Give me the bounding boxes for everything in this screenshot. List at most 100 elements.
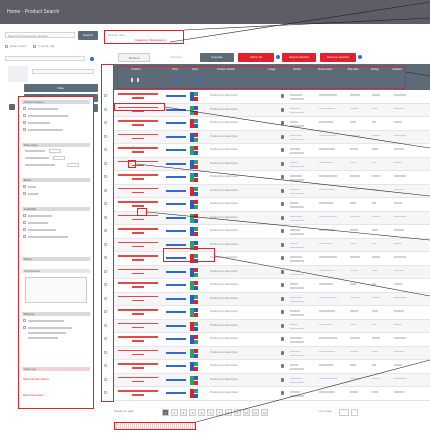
filter-checkbox[interactable]: [23, 214, 26, 217]
price-value[interactable]: [166, 189, 186, 192]
product-sub-link[interactable]: [132, 340, 144, 342]
product-sub-link[interactable]: [132, 380, 144, 383]
table-row[interactable]: Product item description: [104, 211, 430, 225]
price-value[interactable]: [166, 203, 186, 206]
color-swatch[interactable]: [190, 348, 198, 358]
product-sub-link[interactable]: [132, 353, 144, 356]
product-sub-link[interactable]: [132, 313, 144, 315]
price-value[interactable]: [166, 351, 186, 354]
filter-checkbox[interactable]: [23, 121, 26, 124]
product-thumbnail[interactable]: [281, 283, 284, 287]
filter-checkbox[interactable]: [23, 185, 26, 188]
remove-button[interactable]: Remove selected: [320, 53, 356, 62]
product-name-link[interactable]: [118, 336, 158, 338]
price-input[interactable]: [67, 163, 79, 167]
price-value[interactable]: [166, 162, 186, 165]
filter-section-header[interactable]: Availability: [22, 207, 90, 211]
product-sub-link[interactable]: [132, 272, 144, 275]
table-row[interactable]: Product item description: [104, 117, 430, 131]
filter-button[interactable]: Filter: [24, 84, 98, 92]
table-row[interactable]: Product item description: [104, 292, 430, 306]
product-name-link[interactable]: [118, 363, 158, 365]
color-swatch[interactable]: [190, 335, 198, 344]
price-min-input[interactable]: [49, 149, 61, 153]
product-thumbnail[interactable]: [281, 215, 284, 220]
info-icon[interactable]: [90, 57, 94, 61]
info-icon[interactable]: [358, 55, 362, 59]
color-swatch[interactable]: [190, 267, 198, 277]
product-name-link[interactable]: [118, 228, 158, 230]
product-thumbnail[interactable]: [281, 121, 284, 125]
product-thumbnail[interactable]: [281, 310, 284, 314]
product-name-link[interactable]: [118, 174, 158, 176]
filter-section-header[interactable]: Price range: [22, 143, 90, 147]
product-sub-link[interactable]: [132, 178, 144, 180]
table-row[interactable]: Product item description: [104, 184, 430, 198]
table-row[interactable]: Product item description: [104, 144, 430, 158]
color-swatch[interactable]: [190, 105, 198, 115]
product-sub-link[interactable]: [132, 137, 144, 140]
tab-favorites[interactable]: Favorites: [156, 53, 196, 62]
criteria-select[interactable]: [5, 56, 85, 61]
search-button[interactable]: Search: [78, 31, 98, 40]
table-row[interactable]: Product item description: [104, 130, 430, 144]
price-value[interactable]: [166, 378, 186, 381]
page-button[interactable]: 4: [189, 409, 196, 416]
product-name-link[interactable]: [118, 282, 158, 284]
table-row[interactable]: Product item description: [104, 360, 430, 374]
product-thumbnail[interactable]: [281, 107, 284, 112]
table-row[interactable]: Product item description: [104, 387, 430, 401]
product-thumbnail[interactable]: [281, 296, 284, 301]
product-name-link[interactable]: [118, 268, 158, 271]
table-row[interactable]: Product item description: [104, 225, 430, 239]
product-name-link[interactable]: [118, 133, 158, 136]
price-value[interactable]: [166, 122, 186, 125]
more-options-link[interactable]: Show 24 more options: [23, 378, 49, 381]
color-swatch[interactable]: [190, 92, 198, 101]
product-sub-link[interactable]: [132, 218, 144, 221]
filter-section-header[interactable]: Specifications: [22, 269, 90, 273]
product-sub-link[interactable]: [132, 124, 144, 126]
product-name-link[interactable]: [118, 376, 158, 379]
product-thumbnail[interactable]: [281, 242, 284, 247]
product-name-link[interactable]: [118, 120, 158, 122]
sidebar-toggle-icon[interactable]: [9, 104, 15, 110]
color-swatch[interactable]: [190, 146, 198, 155]
product-name-link[interactable]: [118, 201, 158, 203]
search-input[interactable]: Search by keyword or product: [5, 32, 75, 38]
product-name-link[interactable]: [118, 309, 158, 311]
filter-checkbox[interactable]: [23, 228, 26, 231]
product-thumbnail[interactable]: [281, 175, 284, 179]
price-max-input[interactable]: [53, 156, 65, 160]
page-button[interactable]: 8: [225, 409, 232, 416]
product-sub-link[interactable]: [132, 286, 144, 288]
color-swatch[interactable]: [190, 389, 198, 398]
price-value[interactable]: [166, 135, 186, 138]
table-row[interactable]: Product item description: [104, 90, 430, 104]
product-sub-link[interactable]: [132, 394, 144, 396]
price-value[interactable]: [166, 108, 186, 111]
price-value[interactable]: [166, 270, 186, 273]
color-swatch[interactable]: [190, 173, 198, 182]
export-button[interactable]: Export selected: [282, 53, 316, 62]
page-button[interactable]: 12: [261, 409, 268, 416]
product-sub-link[interactable]: [132, 259, 144, 261]
color-swatch[interactable]: [190, 186, 198, 196]
page-button[interactable]: 7: [216, 409, 223, 416]
color-swatch[interactable]: [190, 200, 198, 209]
table-row[interactable]: Product item description: [104, 198, 430, 212]
page-button[interactable]: 6: [207, 409, 214, 416]
product-thumbnail[interactable]: [281, 94, 284, 98]
product-name-link[interactable]: [118, 160, 158, 163]
page-button[interactable]: 9: [234, 409, 241, 416]
product-sub-link[interactable]: [132, 97, 144, 99]
filter-section-header[interactable]: Brand: [22, 178, 90, 182]
product-thumbnail[interactable]: [281, 188, 284, 193]
product-name-link[interactable]: [118, 255, 158, 257]
color-swatch[interactable]: [190, 213, 198, 223]
table-row[interactable]: Product item description: [104, 306, 430, 320]
product-thumbnail[interactable]: [281, 377, 284, 382]
filter-checkbox[interactable]: [23, 107, 26, 110]
tab-all-items[interactable]: All items: [118, 53, 150, 62]
reset-section-link[interactable]: Reset this section: [23, 394, 43, 397]
